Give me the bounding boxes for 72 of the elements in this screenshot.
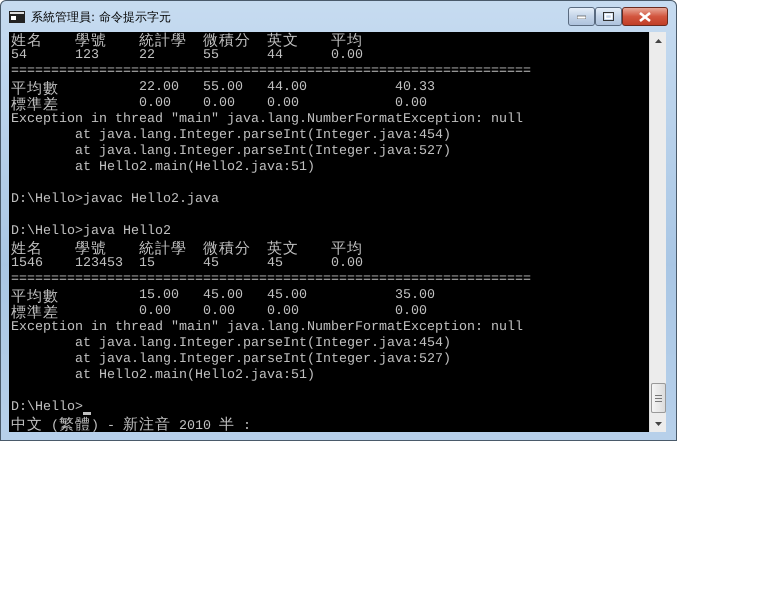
table-cell-text: 平均數	[11, 291, 59, 305]
console-line: Exception in thread "main" java.lang.NumberFormatException: null	[11, 320, 523, 336]
table-cell: 0.00	[395, 96, 427, 111]
console-icon	[9, 10, 25, 22]
console-line: at Hello2.main(Hello2.java:51)	[74, 160, 315, 176]
console-line: at java.lang.Integer.parseInt(Integer.java:454)	[74, 336, 451, 352]
table-cell-text: 姓名	[11, 35, 43, 49]
table-cell: 1546	[11, 256, 43, 271]
console-line: D:\Hello>java Hello2	[11, 224, 171, 240]
table-cell: 55	[203, 48, 219, 63]
console-line: at Hello2.main(Hello2.java:51)	[74, 368, 315, 384]
maximize-button[interactable]	[595, 7, 622, 26]
console-line: at java.lang.Integer.parseInt(Integer.java:527)	[74, 352, 451, 368]
table-cell: 0.00	[139, 96, 171, 111]
table-cell: 123453	[75, 256, 123, 271]
table-cell-text: 平均數	[11, 83, 59, 97]
table-cell: 45	[203, 256, 219, 271]
close-button[interactable]	[622, 7, 668, 26]
console-line: =================================================================	[11, 64, 531, 80]
scroll-thumb[interactable]	[651, 383, 666, 413]
table-cell-text: 英文	[267, 243, 299, 257]
table-cell-text: 統計學	[139, 243, 187, 257]
table-cell: 0.00	[395, 304, 427, 319]
table-cell: 45	[267, 256, 283, 271]
table-cell: 22.00	[139, 80, 179, 95]
table-cell-text: 標準差	[11, 99, 59, 113]
table-cell: 54	[11, 48, 27, 63]
down-arrow-icon	[655, 422, 662, 426]
console-line: at java.lang.Integer.parseInt(Integer.java:527)	[74, 144, 451, 160]
minimize-button[interactable]	[568, 7, 595, 26]
table-cell: 15.00	[139, 288, 179, 303]
table-cell: 44	[267, 48, 283, 63]
ime-status: 中文 (繁體) - 新注音 2010 半 :	[11, 416, 251, 432]
table-cell-text: 學號	[75, 35, 107, 49]
table-cell-text: 微積分	[203, 35, 251, 49]
maximize-icon	[603, 12, 614, 21]
table-cell: 0.00	[203, 96, 235, 111]
table-cell: 45.00	[203, 288, 243, 303]
table-cell: 0.00	[267, 96, 299, 111]
table-cell-text: 微積分	[203, 243, 251, 257]
table-cell: 45.00	[267, 288, 307, 303]
table-cell: 55.00	[203, 80, 243, 95]
close-icon	[639, 12, 651, 22]
command-prompt: D:\Hello>	[11, 400, 83, 416]
table-cell: 35.00	[395, 288, 435, 303]
table-cell-text: 標準差	[11, 307, 59, 321]
table-cell: 44.00	[267, 80, 307, 95]
table-cell: 0.00	[139, 304, 171, 319]
up-arrow-icon	[655, 38, 662, 42]
table-cell-text: 統計學	[139, 35, 187, 49]
console-line: =================================================================	[11, 272, 531, 288]
table-cell-text: 平均	[331, 35, 363, 49]
table-cell: 15	[139, 256, 155, 271]
scrollbar[interactable]	[649, 32, 666, 432]
grip-icon	[655, 394, 662, 402]
table-cell: 0.00	[331, 48, 363, 63]
table-cell: 22	[139, 48, 155, 63]
console-line: at java.lang.Integer.parseInt(Integer.java:454)	[74, 128, 451, 144]
table-cell: 40.33	[395, 80, 435, 95]
console-line: Exception in thread "main" java.lang.NumberFormatException: null	[11, 112, 523, 128]
console-line: D:\Hello>javac Hello2.java	[11, 192, 219, 208]
table-cell: 0.00	[331, 256, 363, 271]
table-cell-text: 學號	[75, 243, 107, 257]
table-cell: 0.00	[203, 304, 235, 319]
table-cell-text: 平均	[331, 243, 363, 257]
table-cell: 123	[75, 48, 99, 63]
window-title: 系統管理員: 命令提示字元	[31, 8, 171, 26]
table-cell-text: 姓名	[11, 243, 43, 257]
text-cursor	[83, 412, 91, 415]
table-cell-text: 英文	[267, 35, 299, 49]
minimize-icon	[577, 14, 586, 18]
table-cell: 0.00	[267, 304, 299, 319]
